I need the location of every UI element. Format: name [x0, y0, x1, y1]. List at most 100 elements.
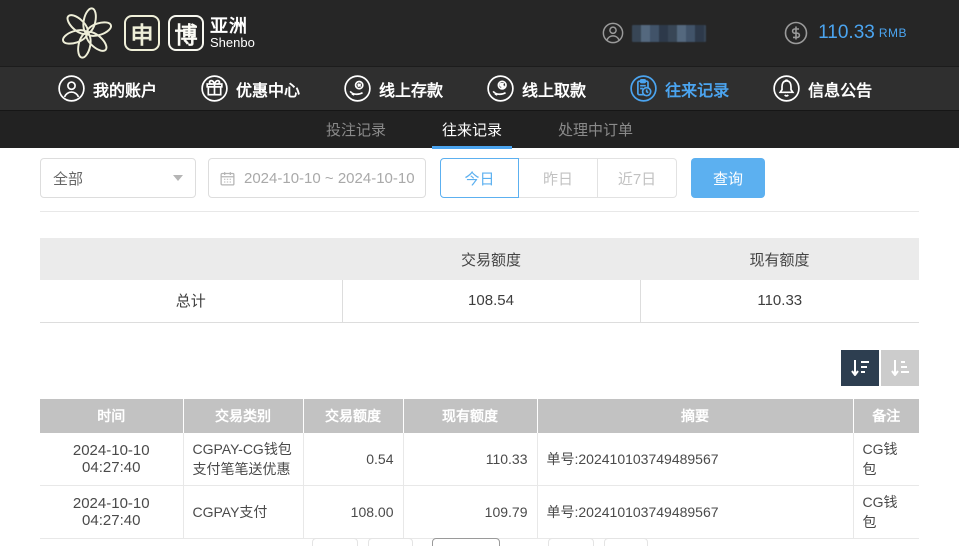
cell-type: CGPAY支付 — [183, 485, 303, 538]
nav-label: 往来记录 — [665, 77, 729, 101]
nav-item-transaction-records[interactable]: 往来记录 — [630, 75, 729, 102]
search-button[interactable]: 查询 — [691, 158, 765, 198]
cell-amount: 108.00 — [303, 485, 403, 538]
flower-logo-icon — [58, 4, 116, 62]
nav-item-my-account[interactable]: 我的账户 — [58, 75, 157, 102]
sort-controls — [40, 350, 919, 386]
cell-note: CG钱包 — [853, 485, 919, 538]
cell-balance: 109.79 — [403, 485, 537, 538]
pagination-gap — [505, 538, 543, 546]
col-header-amount: 交易额度 — [303, 399, 403, 433]
balance-currency: RMB — [879, 26, 907, 40]
logo-brand-label: Shenbo — [210, 36, 255, 50]
logo-char-2: 博 — [175, 16, 198, 50]
last-7-days-button[interactable]: 近7日 — [598, 158, 677, 198]
cell-balance: 110.33 — [403, 433, 537, 486]
table-row: 2024-10-10 04:27:40 CGPAY支付 108.00 109.7… — [40, 485, 919, 538]
dollar-coin-icon — [784, 21, 808, 45]
nav-item-promotions[interactable]: 优惠中心 — [201, 75, 300, 102]
summary-total-label: 总计 — [40, 280, 342, 322]
user-icon — [58, 75, 85, 102]
logo-char-box-2: 博 — [168, 15, 204, 51]
pagination — [0, 538, 959, 546]
main-nav: 我的账户 优惠中心 线上存款 线上取款 往来记录 — [0, 66, 959, 110]
balance-amount: 110.33 — [818, 22, 875, 44]
pagination-prev-button[interactable] — [368, 538, 413, 546]
calendar-icon — [219, 170, 236, 187]
deposit-hand-coin-icon — [344, 75, 371, 102]
col-header-note: 备注 — [853, 399, 919, 433]
withdraw-hand-coin-icon — [487, 75, 514, 102]
summary-header-balance: 现有额度 — [640, 238, 919, 280]
quick-date-button-group: 今日 昨日 近7日 — [440, 158, 677, 198]
col-header-type: 交易类别 — [183, 399, 303, 433]
summary-total-row: 总计 108.54 110.33 — [40, 280, 919, 322]
pagination-last-button[interactable] — [604, 538, 648, 546]
nav-item-announcements[interactable]: 信息公告 — [773, 75, 872, 102]
pagination-next-button[interactable] — [548, 538, 594, 546]
nav-label: 我的账户 — [93, 77, 157, 101]
type-select[interactable]: 全部 — [40, 158, 196, 198]
sort-descending-button[interactable] — [841, 350, 879, 386]
logo-region-label: 亚洲 — [210, 17, 255, 36]
user-circle-icon — [602, 22, 624, 44]
section-divider — [40, 211, 919, 212]
pagination-current-page[interactable] — [432, 538, 500, 546]
nav-label: 线上取款 — [522, 77, 586, 101]
nav-label: 线上存款 — [379, 77, 443, 101]
logo-text: 亚洲 Shenbo — [210, 17, 255, 50]
records-header-row: 时间 交易类别 交易额度 现有额度 摘要 备注 — [40, 399, 919, 433]
sub-nav: 投注记录 往来记录 处理中订单 — [0, 110, 959, 148]
gift-icon — [201, 75, 228, 102]
tab-label: 投注记录 — [326, 119, 386, 140]
logo-char-box-1: 申 — [124, 15, 160, 51]
nav-label: 信息公告 — [808, 77, 872, 101]
summary-total-balance: 110.33 — [640, 280, 919, 322]
records-table: 时间 交易类别 交易额度 现有额度 摘要 备注 2024-10-10 04:27… — [40, 399, 919, 539]
yesterday-button[interactable]: 昨日 — [519, 158, 598, 198]
sort-ascending-icon — [889, 357, 911, 379]
button-label: 今日 — [464, 168, 494, 189]
chevron-down-icon — [173, 175, 183, 181]
tab-transaction-records[interactable]: 往来记录 — [436, 111, 508, 149]
sort-ascending-button[interactable] — [881, 350, 919, 386]
date-range-value: 2024-10-10 ~ 2024-10-10 — [244, 170, 415, 187]
summary-header-empty — [40, 238, 342, 280]
cell-time: 2024-10-10 04:27:40 — [40, 433, 183, 486]
nav-item-withdraw[interactable]: 线上取款 — [487, 75, 586, 102]
today-button[interactable]: 今日 — [440, 158, 519, 198]
clipboard-clock-icon — [630, 75, 657, 102]
button-label: 近7日 — [618, 168, 656, 189]
shenbo-records-page: 申 博 亚洲 Shenbo 110.33 RMB — [0, 0, 959, 546]
summary-header-row: 交易额度 现有额度 — [40, 238, 919, 280]
type-select-value: 全部 — [53, 168, 83, 189]
cell-summary: 单号:202410103749489567 — [537, 433, 853, 486]
account-summary: 110.33 RMB — [602, 21, 907, 45]
col-header-time: 时间 — [40, 399, 183, 433]
summary-header-trade-amount: 交易额度 — [342, 238, 640, 280]
bell-icon — [773, 75, 800, 102]
tab-label: 往来记录 — [442, 119, 502, 140]
pagination-first-button[interactable] — [312, 538, 358, 546]
filter-row: 全部 2024-10-10 ~ 2024-10-10 今日 昨日 近7日 查询 — [40, 158, 919, 198]
cell-type: CGPAY-CG钱包支付笔笔送优惠 — [183, 433, 303, 486]
sort-descending-icon — [849, 357, 871, 379]
tab-label: 处理中订单 — [558, 119, 633, 140]
summary-total-trade-amount: 108.54 — [342, 280, 640, 322]
tab-bet-records[interactable]: 投注记录 — [320, 111, 392, 149]
cell-time: 2024-10-10 04:27:40 — [40, 485, 183, 538]
date-range-input[interactable]: 2024-10-10 ~ 2024-10-10 — [208, 158, 426, 198]
nav-item-deposit[interactable]: 线上存款 — [344, 75, 443, 102]
logo-char-1: 申 — [131, 16, 154, 50]
content-area: 全部 2024-10-10 ~ 2024-10-10 今日 昨日 近7日 查询 — [0, 158, 959, 539]
button-label: 昨日 — [543, 168, 573, 189]
table-row: 2024-10-10 04:27:40 CGPAY-CG钱包支付笔笔送优惠 0.… — [40, 433, 919, 486]
tab-pending-orders[interactable]: 处理中订单 — [552, 111, 639, 149]
summary-table: 交易额度 现有额度 总计 108.54 110.33 — [40, 238, 919, 323]
username-masked[interactable] — [632, 25, 706, 42]
col-header-summary: 摘要 — [537, 399, 853, 433]
top-header: 申 博 亚洲 Shenbo 110.33 RMB — [0, 0, 959, 66]
col-header-balance: 现有额度 — [403, 399, 537, 433]
cell-amount: 0.54 — [303, 433, 403, 486]
logo[interactable]: 申 博 亚洲 Shenbo — [58, 4, 255, 62]
